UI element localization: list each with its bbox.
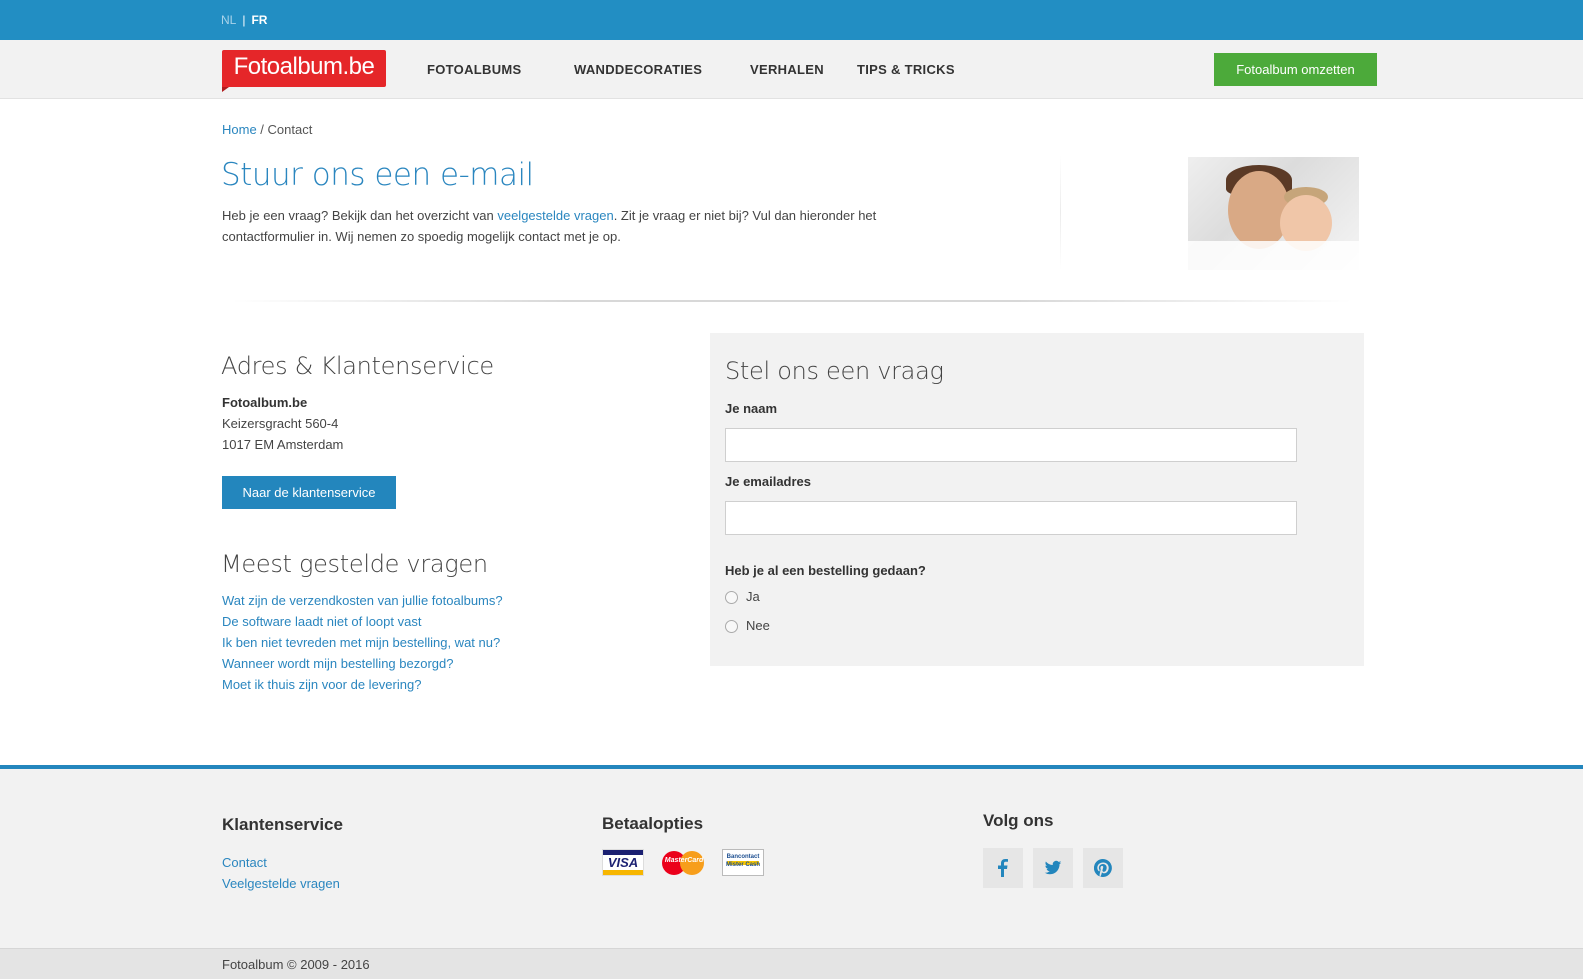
language-fr-link[interactable]: FR [251,13,267,27]
breadcrumb: Home / Contact [222,122,312,137]
name-input[interactable] [725,428,1297,462]
order-question-label: Heb je al een bestelling gedaan? [725,563,926,578]
radio-option-ja[interactable]: Ja [725,589,760,605]
faq-list: Wat zijn de verzendkosten van jullie fot… [222,590,503,695]
footer-payment-title: Betaalopties [602,814,704,833]
page-title: Stuur ons een e-mail [221,157,534,193]
footer-contact-link[interactable]: Contact [222,852,340,873]
nav-item-verhalen[interactable]: VERHALEN [750,62,824,77]
footer: Klantenservice Contact Veelgestelde vrag… [0,765,1583,952]
breadcrumb-home-link[interactable]: Home [222,122,257,137]
faq-link[interactable]: Wanneer wordt mijn bestelling bezorgd? [222,653,503,674]
radio-option-nee[interactable]: Nee [725,618,770,634]
name-label: Je naam [725,401,778,416]
visa-logo-text: VISA [607,855,639,870]
bancontact-logo-text: Bancontact Mister Cash [725,854,760,868]
faq-link[interactable]: Wat zijn de verzendkosten van jullie fot… [222,590,503,611]
address-title: Adres & Klantenservice [221,352,494,380]
faq-inline-link[interactable]: veelgestelde vragen [497,208,613,223]
facebook-icon[interactable] [983,848,1023,888]
radio-button[interactable] [725,591,738,605]
breadcrumb-current: Contact [267,122,313,137]
radio-label: Ja [746,589,760,604]
faq-title: Meest gestelde vragen [221,550,488,578]
email-input[interactable] [725,501,1297,535]
faq-link[interactable]: Ik ben niet tevreden met mijn bestelling… [222,632,503,653]
footer-service-links: Contact Veelgestelde vragen [222,852,340,894]
site-logo[interactable]: Fotoalbum.be [222,50,386,92]
company-name: Fotoalbum.be [222,395,308,410]
intro-text-part1: Heb je een vraag? Bekijk dan het overzic… [222,208,498,223]
family-photo [1188,157,1359,270]
footer-faq-link[interactable]: Veelgestelde vragen [222,873,340,894]
mastercard-logo: MasterCard [662,849,706,876]
language-nl-link[interactable]: NL [221,13,236,27]
customer-service-button[interactable]: Naar de klantenservice [222,476,396,509]
address-city: 1017 EM Amsterdam [222,437,344,452]
section-divider [232,300,1352,302]
language-bar: NL | FR [0,0,1583,40]
nav-item-wanddecoraties[interactable]: WANDDECORATIES [574,62,702,77]
convert-album-button[interactable]: Fotoalbum omzetten [1214,53,1377,86]
form-title: Stel ons een vraag [725,357,944,385]
intro-separator [1060,155,1061,270]
email-label: Je emailadres [725,474,812,489]
intro-text: Heb je een vraag? Bekijk dan het overzic… [222,205,942,247]
radio-button[interactable] [725,620,738,634]
copyright-bar: Fotoalbum © 2009 - 2016 [0,948,1583,979]
language-switcher: NL | FR [221,13,267,27]
nav-item-fotoalbums[interactable]: FOTOALBUMS [427,62,521,77]
twitter-icon[interactable] [1033,848,1073,888]
bancontact-logo: Bancontact Mister Cash [722,849,764,876]
faq-link[interactable]: Moet ik thuis zijn voor de levering? [222,674,503,695]
radio-label: Nee [746,618,770,633]
footer-service-title: Klantenservice [222,815,343,834]
footer-follow-title: Volg ons [983,811,1054,830]
contact-form: Stel ons een vraag Je naam Je emailadres… [710,333,1364,666]
main-navbar: Fotoalbum.be FOTOALBUMS WANDDECORATIES V… [0,40,1583,99]
language-separator: | [242,13,246,27]
address-street: Keizersgracht 560-4 [222,416,339,431]
breadcrumb-separator: / [256,122,268,137]
nav-item-tips-tricks[interactable]: TIPS & TRICKS [857,62,955,77]
pinterest-icon[interactable] [1083,848,1123,888]
address-block: Fotoalbum.be Keizersgracht 560-4 1017 EM… [222,392,343,455]
mastercard-logo-text: MasterCard [664,857,704,864]
copyright-text: Fotoalbum © 2009 - 2016 [222,957,370,972]
visa-logo: VISA [602,849,644,876]
faq-link[interactable]: De software laadt niet of loopt vast [222,611,503,632]
